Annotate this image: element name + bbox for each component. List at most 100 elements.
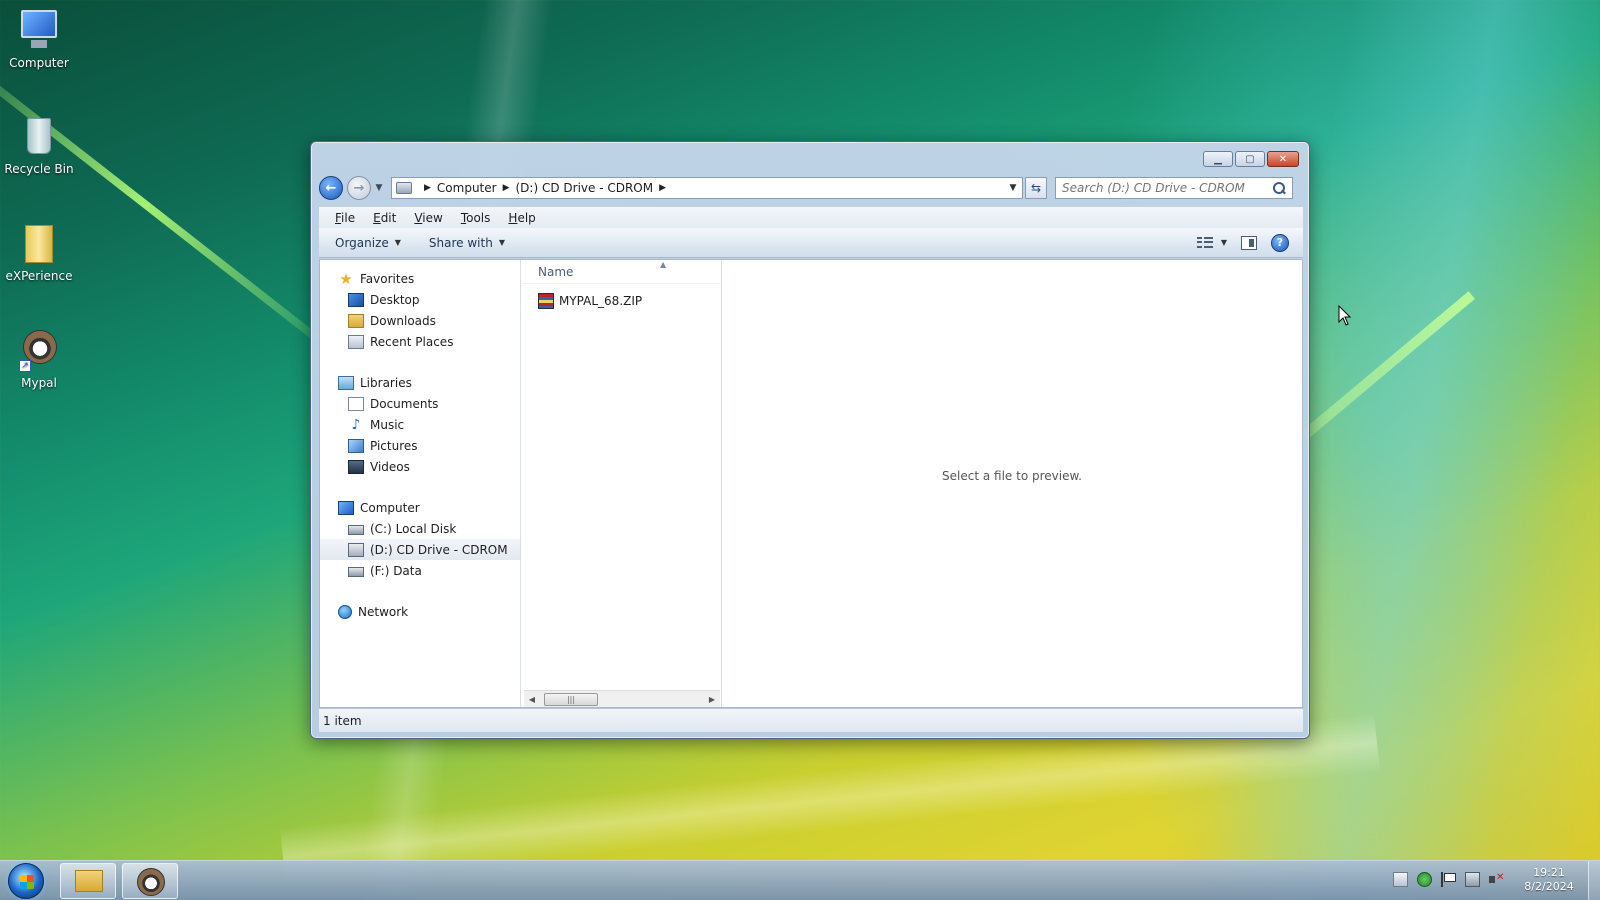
- scroll-left-icon[interactable]: ◀: [524, 695, 540, 704]
- forward-arrow-icon: →: [353, 180, 365, 196]
- share-with-button[interactable]: Share with ▼: [429, 236, 505, 250]
- scroll-thumb[interactable]: |||: [544, 693, 598, 706]
- refresh-button[interactable]: ⇆: [1025, 177, 1047, 199]
- file-item[interactable]: MYPAL_68.ZIP: [522, 290, 721, 312]
- scroll-right-icon[interactable]: ▶: [704, 695, 720, 704]
- folder-icon: [17, 221, 61, 265]
- breadcrumb-arrow-icon[interactable]: ▶: [503, 183, 510, 193]
- nav-item-cd-drive[interactable]: (D:) CD Drive - CDROM: [320, 539, 520, 560]
- preview-pane-toggle-icon[interactable]: [1241, 235, 1257, 250]
- mypal-icon: ↗: [17, 328, 61, 372]
- chevron-down-icon: ▼: [498, 238, 505, 247]
- nav-computer[interactable]: Computer: [320, 497, 520, 518]
- breadcrumb-cd-drive[interactable]: (D:) CD Drive - CDROM: [516, 181, 654, 195]
- taskbar-clock[interactable]: 19:21 8/2/2024: [1516, 866, 1582, 894]
- desktop-icon-label: Computer: [9, 56, 69, 70]
- volume-muted-icon[interactable]: [1489, 872, 1504, 887]
- address-bar[interactable]: ▶ Computer ▶ (D:) CD Drive - CDROM ▶ ▼: [391, 177, 1023, 199]
- desktop-icon-computer[interactable]: Computer: [4, 8, 74, 70]
- breadcrumb-arrow-icon[interactable]: ▶: [659, 183, 666, 193]
- taskbar-explorer-button[interactable]: [60, 863, 116, 899]
- nav-item-data-drive[interactable]: (F:) Data: [320, 560, 520, 581]
- clock-time: 19:21: [1533, 866, 1565, 879]
- desktop-icon: [348, 292, 364, 307]
- search-box[interactable]: [1055, 177, 1293, 199]
- search-icon[interactable]: [1272, 181, 1286, 195]
- help-icon[interactable]: ?: [1271, 233, 1289, 252]
- close-button[interactable]: ✕: [1267, 151, 1299, 167]
- computer-icon: [17, 8, 61, 52]
- menu-help[interactable]: Help: [508, 211, 535, 225]
- star-icon: ★: [339, 269, 353, 288]
- recycle-bin-icon: [17, 114, 61, 158]
- desktop-icon-mypal[interactable]: ↗ Mypal: [4, 328, 74, 390]
- clock-date: 8/2/2024: [1524, 880, 1574, 893]
- recent-pages-dropdown[interactable]: ▼: [373, 183, 385, 193]
- desktop-icon-experience[interactable]: eXPerience: [4, 221, 74, 283]
- item-count: 1 item: [323, 713, 362, 728]
- menu-tools[interactable]: Tools: [461, 211, 491, 225]
- nav-item-downloads[interactable]: Downloads: [320, 310, 520, 331]
- show-desktop-button[interactable]: [1588, 861, 1600, 900]
- nav-label: (C:) Local Disk: [370, 521, 457, 536]
- file-list-pane: Name ▲ MYPAL_68.ZIP ◀ ||| ▶: [522, 260, 722, 707]
- explorer-content: ★ Favorites Desktop Downloads Recent Pla…: [319, 259, 1303, 708]
- nav-item-desktop[interactable]: Desktop: [320, 289, 520, 310]
- start-button[interactable]: [8, 863, 44, 899]
- documents-icon: [348, 396, 364, 411]
- navigation-pane: ★ Favorites Desktop Downloads Recent Pla…: [320, 260, 521, 707]
- scroll-track[interactable]: |||: [540, 691, 704, 707]
- document-tray-icon[interactable]: [1393, 872, 1408, 887]
- hard-disk-icon: [348, 566, 364, 577]
- taskbar-mypal-button[interactable]: [122, 863, 178, 899]
- chevron-down-icon: ▼: [1220, 238, 1227, 247]
- nav-item-documents[interactable]: Documents: [320, 393, 520, 414]
- nav-libraries[interactable]: Libraries: [320, 372, 520, 393]
- menu-file[interactable]: File: [335, 211, 355, 225]
- address-history-dropdown[interactable]: ▼: [1004, 183, 1022, 193]
- menu-bar: File Edit View Tools Help: [319, 206, 1303, 228]
- nav-label: Libraries: [360, 375, 412, 390]
- minimize-button[interactable]: ▁: [1203, 151, 1233, 167]
- back-arrow-icon: ←: [325, 180, 337, 196]
- nav-favorites[interactable]: ★ Favorites: [320, 268, 520, 289]
- forward-button[interactable]: →: [347, 176, 371, 200]
- breadcrumb-arrow-icon[interactable]: ▶: [424, 183, 431, 193]
- nav-network[interactable]: Network: [320, 601, 520, 622]
- search-input[interactable]: [1062, 181, 1272, 195]
- command-bar-right: ▼ ?: [1196, 233, 1303, 252]
- computer-icon: [338, 500, 354, 515]
- cd-drive-icon: [348, 542, 364, 557]
- menu-view[interactable]: View: [414, 211, 442, 225]
- desktop-icon-recycle-bin[interactable]: Recycle Bin: [4, 114, 74, 176]
- nav-label: Desktop: [370, 292, 420, 307]
- share-with-label: Share with: [428, 235, 493, 250]
- navigation-bar: ← → ▼ ▶ Computer ▶ (D:) CD Drive - CDROM…: [319, 175, 1303, 201]
- security-tray-icon[interactable]: [1417, 872, 1432, 887]
- folder-icon: [75, 870, 103, 892]
- nav-item-videos[interactable]: Videos: [320, 456, 520, 477]
- nav-label: Computer: [360, 500, 420, 515]
- menu-edit[interactable]: Edit: [373, 211, 396, 225]
- taskbar: 19:21 8/2/2024: [0, 860, 1600, 900]
- network-tray-icon[interactable]: [1465, 872, 1480, 887]
- horizontal-scrollbar[interactable]: ◀ ||| ▶: [524, 690, 720, 707]
- nav-item-pictures[interactable]: Pictures: [320, 435, 520, 456]
- organize-button[interactable]: Organize ▼: [335, 236, 401, 250]
- command-bar: Organize ▼ Share with ▼ ▼ ?: [319, 228, 1303, 258]
- maximize-button[interactable]: ▢: [1235, 151, 1265, 167]
- breadcrumb-computer[interactable]: Computer: [437, 181, 497, 195]
- change-view-button[interactable]: ▼: [1196, 236, 1227, 249]
- shortcut-arrow-icon: ↗: [19, 360, 31, 372]
- downloads-folder-icon: [348, 313, 364, 328]
- nav-item-local-disk[interactable]: (C:) Local Disk: [320, 518, 520, 539]
- action-center-flag-icon[interactable]: [1441, 872, 1456, 887]
- nav-item-recent-places[interactable]: Recent Places: [320, 331, 520, 352]
- desktop-icon-label: Recycle Bin: [4, 162, 74, 176]
- system-tray: [1393, 872, 1504, 887]
- column-header-name[interactable]: Name ▲: [522, 260, 721, 284]
- details-view-icon: [1196, 236, 1213, 249]
- nav-item-music[interactable]: ♪ Music: [320, 414, 520, 435]
- preview-pane: Select a file to preview.: [722, 260, 1302, 707]
- back-button[interactable]: ←: [319, 176, 343, 200]
